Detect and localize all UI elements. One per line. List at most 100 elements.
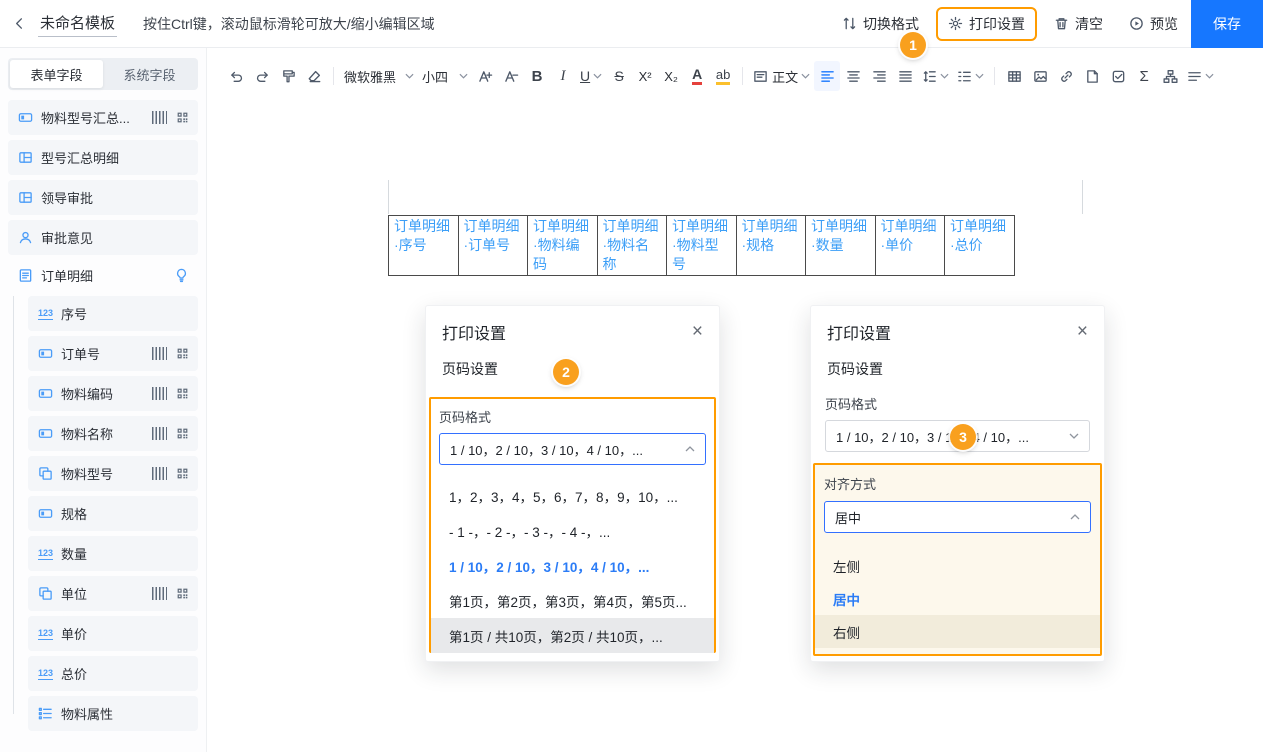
bold-button[interactable]: B [524,61,550,91]
field-item-total-price[interactable]: 123 总价 [28,656,198,691]
table-cell-total-price[interactable]: 订单明细·总价 [945,216,1015,276]
field-label: 物料编码 [61,384,113,403]
clear-format-button[interactable] [301,61,327,91]
field-item-order-no[interactable]: 订单号 [28,336,198,371]
field-item-spec[interactable]: 规格 [28,496,198,531]
save-button[interactable]: 保存 [1191,0,1263,48]
field-item-leader-approval[interactable]: 领导审批 [8,180,198,215]
option-n-of-total[interactable]: 1 / 10，2 / 10，3 / 10，4 / 10，... [431,548,714,583]
alignment-select[interactable]: 居中 [824,501,1091,533]
insert-image-button[interactable] [1027,61,1053,91]
field-item-unit[interactable]: 单位 [28,576,198,611]
font-size-decrease-button[interactable] [498,61,524,91]
align-center-button[interactable] [840,61,866,91]
field-group-order-detail[interactable]: 订单明细 [8,260,198,291]
field-insert-icons [152,111,189,124]
option-plain-numbers[interactable]: 1，2，3，4，5，6，7，8，9，10，... [431,478,714,513]
editor-canvas[interactable]: 订单明细·序号 订单明细·订单号 订单明细·物料编码 订单明细·物料名称 订单明… [207,104,1263,752]
close-icon[interactable]: × [1077,324,1088,340]
insert-page-button[interactable] [1079,61,1105,91]
option-dashed-numbers[interactable]: - 1 -，- 2 -，- 3 -，- 4 -，... [431,513,714,548]
close-icon[interactable]: × [692,324,703,340]
qrcode-icon[interactable] [176,387,189,400]
table-cell-quantity[interactable]: 订单明细·数量 [806,216,876,276]
page-format-select[interactable]: 1 / 10，2 / 10，3 / 10，4 / 10，... [439,433,706,465]
qrcode-icon[interactable] [176,347,189,360]
lightbulb-icon[interactable] [174,268,189,283]
font-color-button[interactable]: A [684,61,710,91]
template-title[interactable]: 未命名模板 [38,11,117,37]
dialog-title: 打印设置 [827,320,891,344]
undo-button[interactable] [223,61,249,91]
tab-system-fields[interactable]: 系统字段 [103,60,196,88]
table-cell-material-name[interactable]: 订单明细·物料名称 [597,216,667,276]
more-tools-button[interactable] [1183,61,1218,91]
insert-formula-button[interactable]: Σ [1131,61,1157,91]
alignment-options: 左侧 居中 右侧 [815,549,1100,648]
field-item-model-summary-detail[interactable]: 型号汇总明细 [8,140,198,175]
table-cell-spec[interactable]: 订单明细·规格 [736,216,806,276]
font-family-select[interactable]: 微软雅黑 [340,61,418,91]
qrcode-icon[interactable] [176,111,189,124]
insert-checkbox-button[interactable] [1105,61,1131,91]
list-button[interactable] [953,61,988,91]
table-cell-order-no[interactable]: 订单明细·订单号 [458,216,528,276]
field-label: 单位 [61,584,87,603]
redo-button[interactable] [249,61,275,91]
align-right-button[interactable] [866,61,892,91]
paragraph-style-select[interactable]: 正文 [749,61,814,91]
field-item-unit-price[interactable]: 123 单价 [28,616,198,651]
number-field-icon: 123 [38,628,53,640]
barcode-icon[interactable] [152,111,167,124]
field-item-material-model[interactable]: 物料型号 [28,456,198,491]
insert-table-button[interactable] [1001,61,1027,91]
print-settings-button[interactable]: 打印设置 [938,9,1035,39]
align-justify-button[interactable] [892,61,918,91]
table-cell-unit-price[interactable]: 订单明细·单价 [875,216,945,276]
copy-field-icon [38,466,53,481]
field-item-approval-comment[interactable]: 审批意见 [8,220,198,255]
table-cell-material-code[interactable]: 订单明细·物料编码 [528,216,598,276]
option-page-n-of-total[interactable]: 第1页 / 共10页，第2页 / 共10页，... [431,618,714,653]
align-left-button[interactable] [814,61,840,91]
qrcode-icon[interactable] [176,467,189,480]
field-label: 序号 [61,304,87,323]
field-item-material-name[interactable]: 物料名称 [28,416,198,451]
tab-form-fields[interactable]: 表单字段 [10,60,103,88]
align-center-icon [846,69,861,84]
field-item-quantity[interactable]: 123 数量 [28,536,198,571]
qrcode-icon[interactable] [176,427,189,440]
option-align-right[interactable]: 右侧 [815,615,1100,648]
back-button[interactable] [0,0,38,47]
qrcode-icon[interactable] [176,587,189,600]
preview-button[interactable]: 预览 [1116,0,1191,47]
field-item-material-model-summary[interactable]: 物料型号汇总... [8,100,198,135]
font-size-increase-button[interactable] [472,61,498,91]
paragraph-icon [753,69,768,84]
barcode-icon[interactable] [152,587,167,600]
barcode-icon[interactable] [152,467,167,480]
line-height-button[interactable] [918,61,953,91]
field-item-seq-no[interactable]: 123 序号 [28,296,198,331]
italic-button[interactable]: I [550,61,576,91]
barcode-icon[interactable] [152,387,167,400]
table-cell-material-model[interactable]: 订单明细·物料型号 [667,216,737,276]
field-item-material-attr[interactable]: 物料属性 [28,696,198,731]
superscript-button[interactable]: X² [632,61,658,91]
option-align-center[interactable]: 居中 [815,582,1100,615]
strikethrough-button[interactable]: S [606,61,632,91]
clear-button[interactable]: 清空 [1041,0,1116,47]
insert-link-button[interactable] [1053,61,1079,91]
underline-button[interactable]: U [576,61,606,91]
option-page-n[interactable]: 第1页，第2页，第3页，第4页，第5页... [431,583,714,618]
table-cell-seq-no[interactable]: 订单明细·序号 [389,216,459,276]
font-size-select[interactable]: 小四 [418,61,472,91]
option-align-left[interactable]: 左侧 [815,549,1100,582]
field-item-material-code[interactable]: 物料编码 [28,376,198,411]
barcode-icon[interactable] [152,427,167,440]
insert-flow-button[interactable] [1157,61,1183,91]
highlight-color-button[interactable]: ab [710,61,736,91]
subscript-button[interactable]: X₂ [658,61,684,91]
barcode-icon[interactable] [152,347,167,360]
format-painter-button[interactable] [275,61,301,91]
